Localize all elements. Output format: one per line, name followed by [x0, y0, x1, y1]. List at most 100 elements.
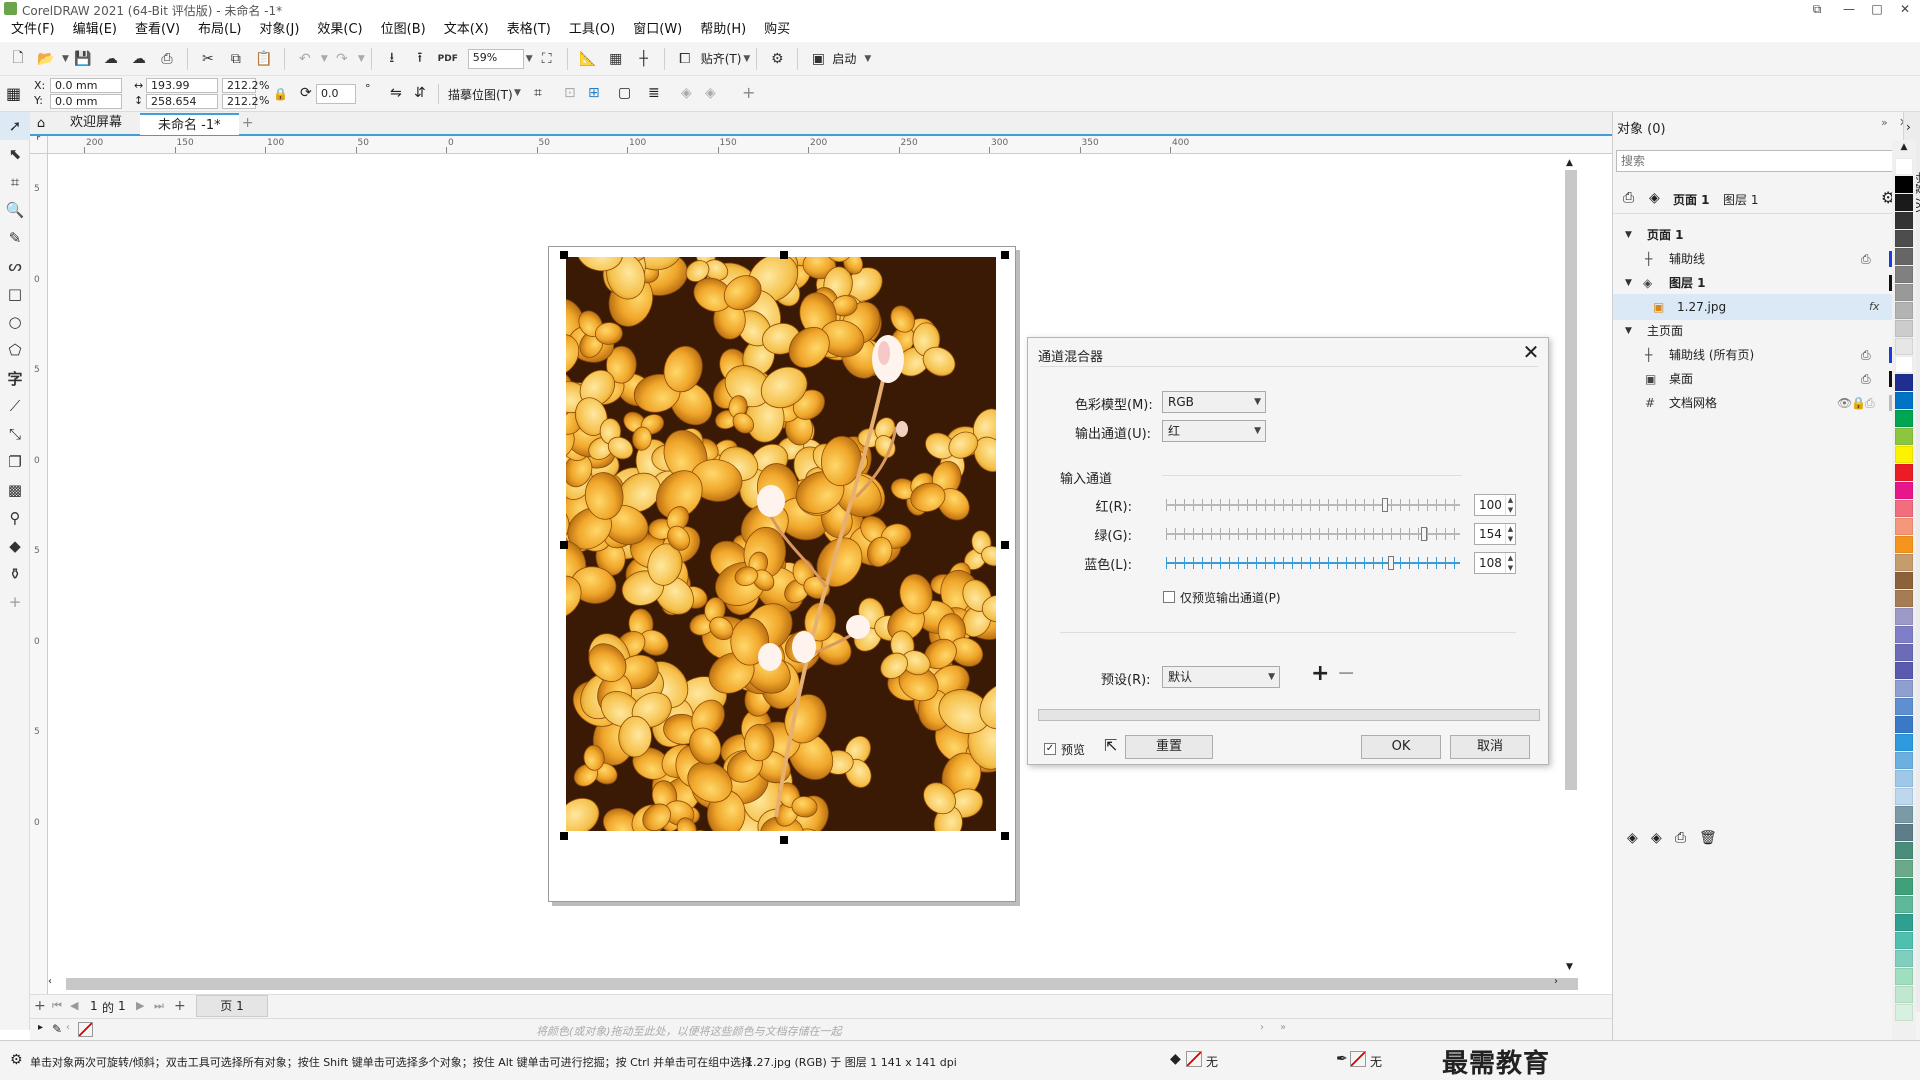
add-tab-icon[interactable]: + — [239, 115, 257, 131]
color-swatch[interactable] — [1895, 896, 1913, 913]
new-master-layer-icon[interactable]: ◈ — [1651, 830, 1662, 846]
color-swatch[interactable] — [1895, 842, 1913, 859]
tree-row-layer[interactable]: ▼ ◈ 图层 1 — [1613, 270, 1903, 296]
chevron-down-icon[interactable]: ▼ — [514, 88, 521, 98]
color-swatch[interactable] — [1895, 788, 1913, 805]
spin-up-icon[interactable]: ▲ — [1505, 553, 1515, 563]
selection-handle[interactable] — [1001, 541, 1009, 549]
tree-row-master-page[interactable]: ▼ 主页面 — [1613, 318, 1903, 344]
eyedropper-icon[interactable]: ✎ — [52, 1022, 62, 1036]
x-position-input[interactable]: 0.0 mm — [50, 78, 122, 93]
color-swatch[interactable] — [1895, 176, 1913, 193]
color-swatch[interactable] — [1895, 356, 1913, 373]
selection-handle[interactable] — [1001, 251, 1009, 259]
print-icon[interactable]: ⎙ — [1861, 342, 1871, 368]
crop-bitmap-icon[interactable]: ⌗ — [534, 85, 542, 101]
gear-icon[interactable]: ⚙ — [766, 48, 788, 70]
mirror-vertical-icon[interactable]: ⇵ — [414, 85, 426, 101]
color-swatch[interactable] — [1895, 194, 1913, 211]
menu-table[interactable]: 表格(T) — [498, 18, 560, 42]
color-swatch[interactable] — [1895, 932, 1913, 949]
last-page-icon[interactable]: ⏭ — [154, 999, 164, 1013]
horizontal-ruler[interactable]: 200 150 100 50 0 50 100 150 200 250 300 350 400 — [48, 136, 1612, 154]
rotation-angle-input[interactable]: 0.0 — [316, 84, 356, 104]
color-swatch[interactable] — [1895, 626, 1913, 643]
spin-down-icon[interactable]: ▼ — [1505, 563, 1515, 573]
color-swatch[interactable] — [1895, 662, 1913, 679]
color-swatch[interactable] — [1895, 590, 1913, 607]
menu-text[interactable]: 文本(X) — [435, 18, 498, 42]
polygon-tool-icon[interactable]: ⬠ — [0, 336, 30, 364]
home-icon[interactable]: ⌂ — [30, 116, 52, 131]
scale-height-input[interactable]: 212.2 — [222, 94, 259, 109]
menu-tools[interactable]: 工具(O) — [560, 18, 624, 42]
color-swatch[interactable] — [1895, 1004, 1913, 1021]
tab-document[interactable]: 未命名 -1* — [140, 113, 239, 135]
rectangle-tool-icon[interactable]: □ — [0, 280, 30, 308]
green-channel-slider[interactable] — [1166, 527, 1460, 541]
fill-icon[interactable]: ◆ — [1170, 1051, 1181, 1067]
color-swatch[interactable] — [1895, 230, 1913, 247]
y-position-input[interactable]: 0.0 mm — [50, 94, 122, 109]
new-layer-icon[interactable]: ◈ — [1627, 830, 1638, 846]
chevron-right-icon[interactable]: › — [1260, 1022, 1264, 1033]
selection-handle[interactable] — [560, 251, 568, 259]
color-swatch[interactable] — [1895, 284, 1913, 301]
open-folder-icon[interactable]: 📂 — [35, 48, 57, 70]
color-swatch[interactable] — [1895, 266, 1913, 283]
close-icon[interactable]: ✕ — [1520, 340, 1542, 364]
outline-color-swatch[interactable] — [1350, 1051, 1366, 1067]
redo-icon[interactable]: ↷ — [331, 48, 353, 70]
next-page-icon[interactable]: ▶ — [136, 999, 144, 1012]
menu-edit[interactable]: 编辑(E) — [64, 18, 126, 42]
scroll-up-icon[interactable]: ▲ — [1566, 158, 1573, 168]
maximize-button[interactable]: □ — [1862, 0, 1892, 18]
horizontal-scrollbar[interactable] — [66, 978, 1578, 990]
print-icon[interactable]: ⎙ — [1861, 246, 1871, 272]
chevron-right-icon[interactable]: › — [1906, 120, 1911, 134]
color-swatch[interactable] — [1895, 986, 1913, 1003]
collapse-docker-icon[interactable]: » — [1881, 116, 1888, 129]
import-icon[interactable]: ⭳ — [381, 48, 403, 70]
color-swatch[interactable] — [1895, 302, 1913, 319]
preview-output-checkbox[interactable] — [1163, 591, 1175, 603]
chevron-down-icon[interactable]: ▼ — [321, 54, 328, 64]
color-swatch[interactable] — [1895, 644, 1913, 661]
to-back-icon[interactable]: ◈ — [705, 85, 716, 101]
print-icon[interactable]: ⎙ — [156, 48, 178, 70]
snap-icon[interactable]: ⧠ — [674, 48, 696, 70]
selection-handle[interactable] — [780, 836, 788, 844]
chevron-down-icon[interactable]: ▼ — [743, 54, 750, 64]
zoom-tool-icon[interactable]: 🔍 — [0, 196, 30, 224]
color-swatch[interactable] — [1895, 860, 1913, 877]
close-button[interactable]: ✕ — [1890, 0, 1920, 18]
color-swatch[interactable] — [1895, 392, 1913, 409]
blue-channel-input[interactable]: 108 ▲ ▼ — [1474, 552, 1516, 574]
spin-up-icon[interactable]: ▲ — [1505, 495, 1515, 505]
first-page-icon[interactable]: ⏮ — [52, 999, 62, 1013]
scroll-right-icon[interactable]: › — [1554, 976, 1558, 987]
menu-bitmaps[interactable]: 位图(B) — [372, 18, 435, 42]
color-swatch[interactable] — [1895, 536, 1913, 553]
tree-row-page[interactable]: ▼ 页面 1 — [1613, 222, 1903, 248]
cloud-upload-icon[interactable]: ☁ — [128, 48, 150, 70]
add-icon[interactable]: + — [742, 83, 755, 102]
output-channel-select[interactable]: 红 ▼ — [1162, 420, 1266, 442]
print-icon[interactable]: ⎙ — [1861, 366, 1871, 392]
tab-welcome[interactable]: 欢迎屏幕 — [52, 112, 140, 134]
tree-row-desktop[interactable]: ▣ 桌面 ⎙ — [1613, 366, 1903, 392]
color-swatch[interactable] — [1895, 338, 1913, 355]
color-swatch[interactable] — [1895, 554, 1913, 571]
width-input[interactable]: 193.99 mm — [146, 78, 218, 105]
tree-row-guides[interactable]: ┼ 辅助线 ⎙ — [1613, 246, 1903, 272]
cloud-download-icon[interactable]: ☁ — [100, 48, 122, 70]
pick-tool-icon[interactable]: ➚ — [0, 112, 30, 140]
copy-icon[interactable]: ⧉ — [225, 48, 247, 70]
color-swatch[interactable] — [1895, 878, 1913, 895]
pdf-icon[interactable]: PDF — [437, 48, 459, 70]
color-swatch[interactable] — [1895, 320, 1913, 337]
color-swatch[interactable] — [1895, 500, 1913, 517]
color-swatch[interactable] — [1895, 410, 1913, 427]
tree-row-document-grid[interactable]: # 文档网格 👁 🔒 ⎙ — [1613, 390, 1903, 416]
bitmap-mask-icon[interactable]: ⊡ — [564, 85, 576, 101]
